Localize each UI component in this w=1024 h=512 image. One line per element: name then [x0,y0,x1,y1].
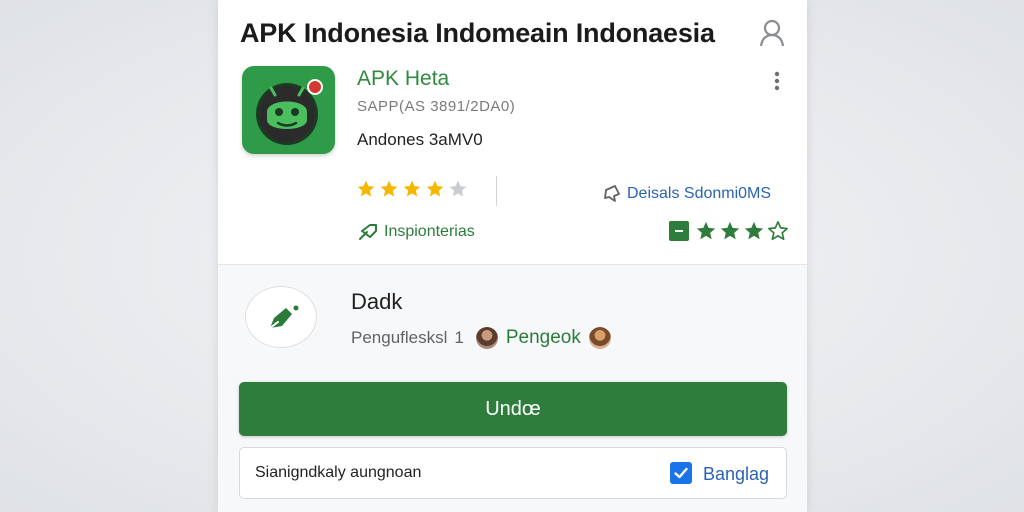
details-link-label: Deisals Sdonmi0MS [627,185,772,202]
avatar [588,327,611,349]
app-detail-panel: APK Indonesia Indomeain Indonaesia APK H… [218,0,807,512]
inspiration-link-label: Inspionterias [384,223,475,240]
section-title: Dadk [351,289,403,314]
star-icon [403,180,421,197]
option-action-label[interactable]: Banglag [703,464,769,485]
app-description: Andones 3aMV0 [357,130,483,149]
star-icon [696,221,716,240]
badge-rating [669,220,789,242]
star-empty-icon [768,221,788,241]
more-options-icon[interactable] [771,70,783,92]
details-link[interactable]: Deisals Sdonmi0MS [602,184,771,204]
star-icon [380,180,398,197]
star-empty-icon [449,180,467,197]
star-icon [720,221,740,240]
checkbox[interactable] [670,462,692,484]
user-icon[interactable] [758,18,786,48]
edit-icon[interactable] [245,286,317,348]
star-icon [744,221,764,240]
section-count: 1 [454,328,464,347]
app-version-code: SAPP(AS 3891/2DA0) [357,98,516,115]
app-name: APK Heta [357,67,450,90]
option-row[interactable]: Sianigndkaly aungnoan Banglag [239,447,787,499]
star-icon [357,180,375,197]
send-icon [359,224,377,240]
page-title: APK Indonesia Indomeain Indonaesia [240,18,715,48]
badge-icon [669,221,689,241]
divider [496,176,497,206]
primary-action-button[interactable]: Undœ [239,382,787,436]
rating-stars [356,179,468,203]
star-icon [426,180,444,197]
check-icon [674,467,688,479]
section-subtitle-row: Penguflesksl 1 Pengeok [351,326,619,350]
section-subtitle: Penguflesksl [351,328,448,347]
avatar [475,327,498,349]
section-highlight[interactable]: Pengeok [506,327,581,349]
option-label: Sianigndkaly aungnoan [255,464,422,481]
chat-icon [604,185,620,202]
inspiration-link[interactable]: Inspionterias [358,222,475,242]
android-robot-icon[interactable] [242,66,335,154]
